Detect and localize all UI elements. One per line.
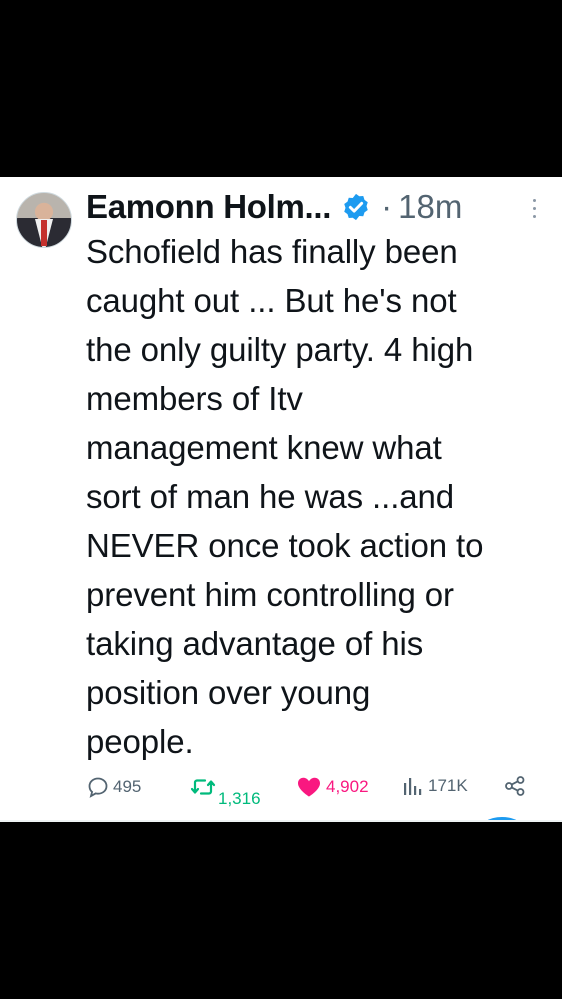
reply-count: 495 [113,777,142,796]
like-count: 4,902 [326,777,369,796]
share-button[interactable] [504,775,526,797]
views-button[interactable]: 171K [402,775,468,797]
tweet-text: Schofield has finally been caught out ..… [86,233,484,760]
retweet-button[interactable]: 1,316 [190,775,261,808]
verified-badge-icon [341,192,371,222]
avatar[interactable] [16,192,72,248]
reply-icon [86,775,110,799]
divider [0,820,562,822]
action-bar: 495 1,316 4,902 171K [86,775,536,811]
timestamp[interactable]: 18m [398,188,462,226]
separator-dot: · [381,188,393,225]
reply-button[interactable]: 495 [86,775,141,799]
author-name[interactable]: Eamonn Holm... [86,188,331,226]
like-button[interactable]: 4,902 [296,775,369,799]
more-dot [533,215,536,218]
share-icon [504,775,526,797]
avatar-tie [41,220,47,246]
views-count: 171K [428,776,468,795]
retweet-count: 1,316 [218,789,261,808]
more-dot [533,199,536,202]
views-icon [402,775,422,797]
tweet-header: Eamonn Holm... · 18m [86,187,462,227]
like-heart-icon [296,775,322,799]
more-dot [533,207,536,210]
more-options-icon[interactable] [526,197,542,221]
tweet-card[interactable]: Eamonn Holm... · 18m Schofield has final… [0,177,562,822]
retweet-icon [190,775,216,799]
